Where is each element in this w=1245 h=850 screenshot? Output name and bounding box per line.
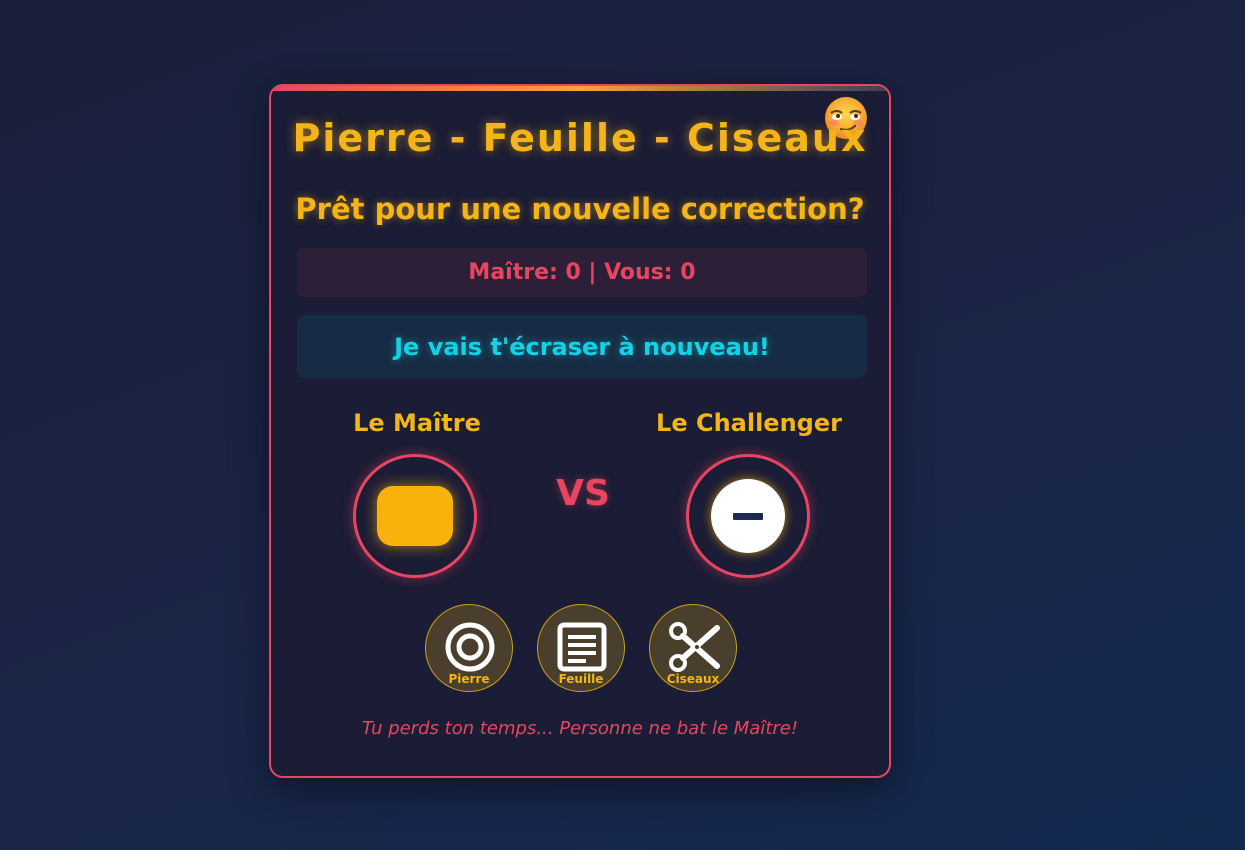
master-message-text: Je vais t'écraser à nouveau! [394,332,770,361]
master-label: Le Maître [353,409,481,437]
choice-button-ciseaux[interactable]: Ciseaux [649,604,737,692]
choice-label-ciseaux: Ciseaux [666,672,720,686]
master-choice-display [353,454,477,578]
choice-label-pierre: Pierre [448,672,490,686]
master-message: Je vais t'écraser à nouveau! [297,315,867,378]
target-icon [445,622,495,672]
minus-circle-icon [711,479,785,553]
challenger-choice-display [686,454,810,578]
scissors-icon [669,622,720,672]
top-gradient-stripe [271,86,889,91]
choice-label-feuille: Feuille [558,672,604,686]
rounded-square-token-icon [377,486,453,546]
page-subtitle: Prêt pour une nouvelle correction? [295,192,865,226]
score-display: Maître: 0 | Vous: 0 [297,248,867,297]
choice-button-pierre[interactable]: Pierre [425,604,513,692]
taunt-text: Tu perds ton temps... Personne ne bat le… [361,718,799,739]
challenger-label: Le Challenger [656,409,842,437]
vs-label: VS [556,473,610,514]
choice-button-feuille[interactable]: Feuille [537,604,625,692]
page-title: Pierre - Feuille - Ciseaux [292,116,868,160]
score-text: Maître: 0 | Vous: 0 [468,260,696,285]
game-card: Pierre - Feuille - Ciseaux Prêt pour une… [269,84,891,778]
document-icon [557,622,607,672]
